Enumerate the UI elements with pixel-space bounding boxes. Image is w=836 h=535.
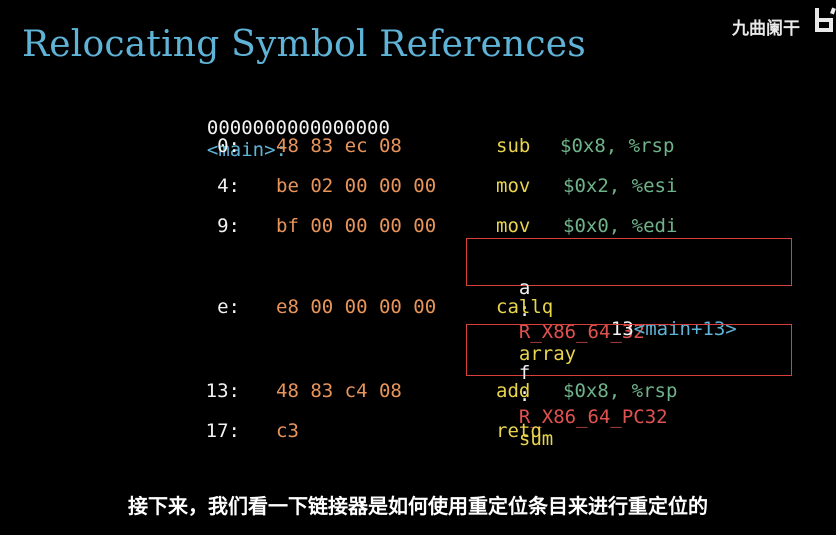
row-1-mnemonic: mov (496, 175, 531, 197)
row-5-addr: 17: (205, 420, 240, 442)
watermark-text: 九曲阑干 (732, 19, 800, 39)
row-2-operands: $0x0, %edi (563, 215, 678, 237)
row-0-bytes: 48 83 ec 08 (276, 135, 402, 157)
row-4-bytes: 48 83 c4 08 (276, 380, 402, 402)
bilibili-logo-icon (812, 6, 836, 36)
row-3-addr: e: (217, 296, 240, 318)
row-5-mnemonic: retq (496, 420, 542, 442)
row-4-operands: $0x8, %rsp (563, 380, 678, 402)
row-1-operands: $0x2, %esi (563, 175, 678, 197)
row-3-mnemonic: callq (496, 296, 554, 318)
row-5-bytes: c3 (276, 420, 299, 442)
row-4-addr: 13: (205, 380, 240, 402)
row-0-addr: 0: (217, 135, 240, 157)
row-0-mnemonic: sub (496, 135, 531, 157)
video-subtitle: 接下来，我们看一下链接器是如何使用重定位条目来进行重定位的 (128, 494, 708, 518)
row-1-bytes: be 02 00 00 00 (276, 175, 437, 197)
row-2-mnemonic: mov (496, 215, 531, 237)
row-2-addr: 9: (217, 215, 240, 237)
row-2-bytes: bf 00 00 00 00 (276, 215, 437, 237)
row-3-bytes: e8 00 00 00 00 (276, 296, 437, 318)
slide-title: Relocating Symbol References (22, 24, 586, 65)
row-4-mnemonic: add (496, 380, 531, 402)
row-0-operands: $0x8, %rsp (560, 135, 675, 157)
row-1-addr: 4: (217, 175, 240, 197)
